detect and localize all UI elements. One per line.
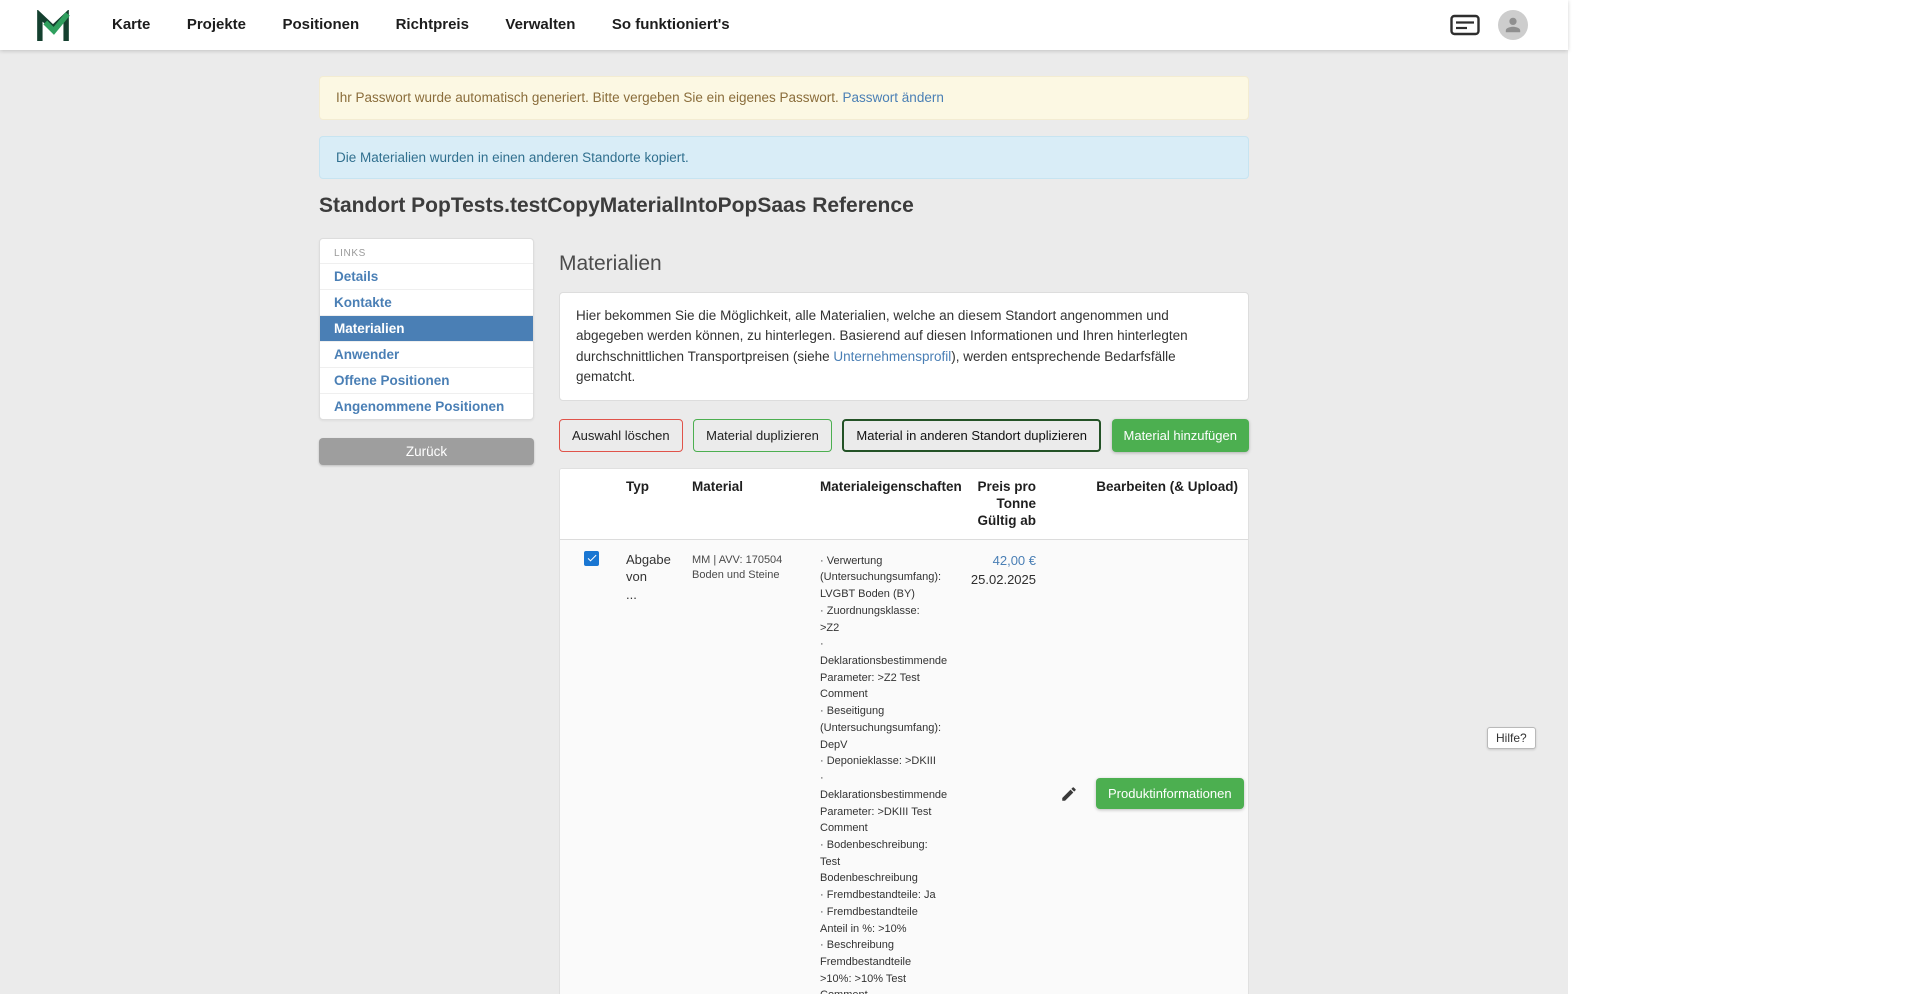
- card-icon[interactable]: [1450, 13, 1480, 37]
- sidebar-item-details[interactable]: Details: [320, 263, 533, 289]
- mineral-minds-logo[interactable]: [36, 10, 70, 41]
- sidebar-item-offene-positionen[interactable]: Offene Positionen: [320, 367, 533, 393]
- top-navigation: Karte Projekte Positionen Richtpreis Ver…: [0, 0, 1568, 50]
- page-layout: LINKS Details Kontakte Materialien Anwen…: [319, 238, 1249, 994]
- edit-button[interactable]: [1056, 781, 1082, 807]
- column-header-material: Material: [682, 469, 810, 539]
- column-header-price: Preis pro Tonne Gültig ab: [948, 469, 1046, 539]
- material-property: Verwertung (Untersuchungsumfang): LVGBT …: [820, 553, 938, 603]
- warning-text: Ihr Passwort wurde automatisch generiert…: [336, 90, 839, 105]
- typ-line2: ...: [626, 586, 672, 604]
- delete-selection-button[interactable]: Auswahl löschen: [559, 419, 683, 452]
- section-heading: Materialien: [559, 252, 1249, 276]
- material-property: Fremdbestandteile Anteil in %: >10%: [820, 904, 938, 937]
- copy-info-banner: Die Materialien wurden in einen anderen …: [319, 136, 1249, 180]
- back-button[interactable]: Zurück: [319, 438, 534, 465]
- add-material-button[interactable]: Material hinzufügen: [1112, 419, 1249, 452]
- material-property: Beschreibung Fremdbestandteile >10%: >10…: [820, 937, 938, 994]
- person-icon: [1504, 16, 1522, 34]
- main-nav: Karte Projekte Positionen Richtpreis Ver…: [112, 16, 762, 34]
- product-info-button[interactable]: Produktinformationen: [1096, 778, 1244, 809]
- topnav-right: [1450, 10, 1528, 40]
- typ-line1: Abgabe von: [626, 551, 672, 586]
- valid-from-date: 25.02.2025: [958, 570, 1036, 590]
- price-link[interactable]: 42,00 €: [993, 553, 1036, 568]
- price-cell: 42,00 € 25.02.2025: [948, 540, 1046, 994]
- price-header-line2: Gültig ab: [958, 513, 1036, 530]
- unternehmensprofil-link[interactable]: Unternehmensprofil: [833, 349, 951, 364]
- checkbox-cell: [560, 540, 616, 994]
- material-property: Bodenbeschreibung: Test Bodenbeschreibun…: [820, 837, 938, 887]
- password-warning-banner: Ihr Passwort wurde automatisch generiert…: [319, 76, 1249, 120]
- materials-table: Typ Material Materialeigenschaften Preis…: [559, 468, 1249, 994]
- material-cell: MM | AVV: 170504 Boden und Steine: [682, 540, 810, 994]
- row-checkbox[interactable]: [584, 551, 599, 566]
- sidebar-header: LINKS: [320, 239, 533, 263]
- sidebar-item-angenommene-positionen[interactable]: Angenommene Positionen: [320, 393, 533, 419]
- price-header-line1: Preis pro Tonne: [958, 479, 1036, 513]
- sidebar-column: LINKS Details Kontakte Materialien Anwen…: [319, 238, 534, 465]
- table-actions: Auswahl löschen Material duplizieren Mat…: [559, 419, 1249, 452]
- nav-item-positionen[interactable]: Positionen: [282, 16, 359, 33]
- typ-cell: Abgabe von ...: [616, 540, 682, 994]
- logo-m-icon: [36, 10, 70, 41]
- column-header-checkbox: [560, 469, 616, 539]
- sidebar-item-kontakte[interactable]: Kontakte: [320, 289, 533, 315]
- sidebar-item-materialien[interactable]: Materialien: [320, 315, 533, 341]
- sidebar: LINKS Details Kontakte Materialien Anwen…: [319, 238, 534, 420]
- user-avatar[interactable]: [1498, 10, 1528, 40]
- column-header-edit: Bearbeiten (& Upload): [1046, 469, 1248, 539]
- nav-item-projekte[interactable]: Projekte: [187, 16, 246, 33]
- properties-cell: Verwertung (Untersuchungsumfang): LVGBT …: [810, 540, 948, 994]
- description-card: Hier bekommen Sie die Möglichkeit, alle …: [559, 292, 1249, 401]
- material-property: Zuordnungsklasse: >Z2: [820, 603, 938, 636]
- material-property: Fremdbestandteile: Ja: [820, 887, 938, 904]
- duplicate-material-button[interactable]: Material duplizieren: [693, 419, 832, 452]
- info-text: Die Materialien wurden in einen anderen …: [336, 150, 689, 165]
- column-header-properties: Materialeigenschaften: [810, 469, 948, 539]
- content-area: Ihr Passwort wurde automatisch generiert…: [0, 50, 1568, 994]
- nav-item-karte[interactable]: Karte: [112, 16, 150, 33]
- table-row: Abgabe von ... MM | AVV: 170504 Boden un…: [560, 540, 1248, 994]
- password-change-link[interactable]: Passwort ändern: [843, 90, 944, 105]
- column-header-typ: Typ: [616, 469, 682, 539]
- materials-section: Materialien Hier bekommen Sie die Möglic…: [559, 238, 1249, 994]
- sidebar-item-anwender[interactable]: Anwender: [320, 341, 533, 367]
- nav-item-so-funktionierts[interactable]: So funktioniert's: [612, 16, 730, 33]
- material-property: Deklarationsbestimmende Parameter: >Z2 T…: [820, 636, 938, 703]
- app-frame: Karte Projekte Positionen Richtpreis Ver…: [0, 0, 1568, 994]
- pencil-icon: [1060, 785, 1078, 803]
- edit-cell: Produktinformationen: [1046, 768, 1249, 819]
- duplicate-to-other-site-button[interactable]: Material in anderen Standort duplizieren: [842, 419, 1101, 452]
- material-property: Deklarationsbestimmende Parameter: >DKII…: [820, 770, 938, 837]
- nav-item-verwalten[interactable]: Verwalten: [505, 16, 575, 33]
- nav-item-richtpreis[interactable]: Richtpreis: [396, 16, 469, 33]
- page-title: Standort PopTests.testCopyMaterialIntoPo…: [319, 194, 1249, 218]
- material-property: Beseitigung (Untersuchungsumfang): DepV: [820, 703, 938, 753]
- check-icon: [586, 552, 598, 564]
- material-property: Deponieklasse: >DKIII: [820, 753, 938, 770]
- table-header-row: Typ Material Materialeigenschaften Preis…: [560, 469, 1248, 540]
- help-button[interactable]: Hilfe?: [1487, 727, 1536, 749]
